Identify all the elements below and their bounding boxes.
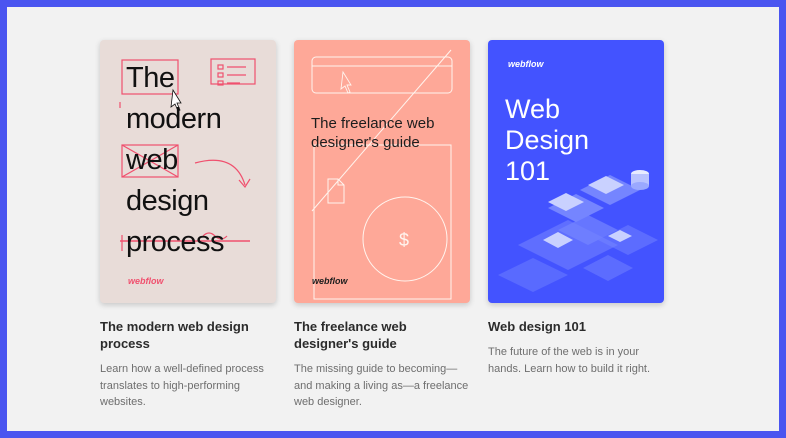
card-title[interactable]: The freelance web designer's guide (294, 318, 470, 352)
card-description: The missing guide to becoming—and making… (294, 363, 469, 408)
card-title[interactable]: Web design 101 (488, 318, 664, 335)
webflow-logo: webflow (312, 276, 348, 286)
cover-title: The freelance web designer's guide (311, 115, 435, 151)
cover-title-line-5: process (126, 226, 225, 258)
cover-title-line-1: The (126, 62, 175, 94)
ebook-cover[interactable]: $ The freelance web designer's guide web… (294, 40, 470, 303)
ebook-card-web-design-101[interactable]: webflow Web Design 101 Web design 101 Th… (488, 40, 664, 377)
webflow-logo: webflow (128, 276, 164, 286)
ebook-cover[interactable]: webflow Web Design 101 (488, 40, 664, 303)
cover-title-line-2: modern (126, 103, 222, 135)
ebook-card-freelance-guide[interactable]: $ The freelance web designer's guide web… (294, 40, 470, 411)
outline-decoration: $ (311, 49, 453, 300)
page-frame: The modern web design process webflow Th… (7, 7, 779, 431)
isometric-illustration (498, 170, 658, 292)
ebook-card-modern-web-design[interactable]: The modern web design process webflow Th… (100, 40, 276, 411)
ebook-cover[interactable]: The modern web design process webflow (100, 40, 276, 303)
card-description: Learn how a well-defined process transla… (100, 363, 264, 408)
dollar-sign: $ (399, 230, 409, 250)
card-title[interactable]: The modern web design process (100, 318, 276, 352)
cover-title-line-3: web (126, 144, 178, 176)
cover-title-line-4: design (126, 185, 209, 217)
card-description: The future of the web is in your hands. … (488, 346, 651, 375)
